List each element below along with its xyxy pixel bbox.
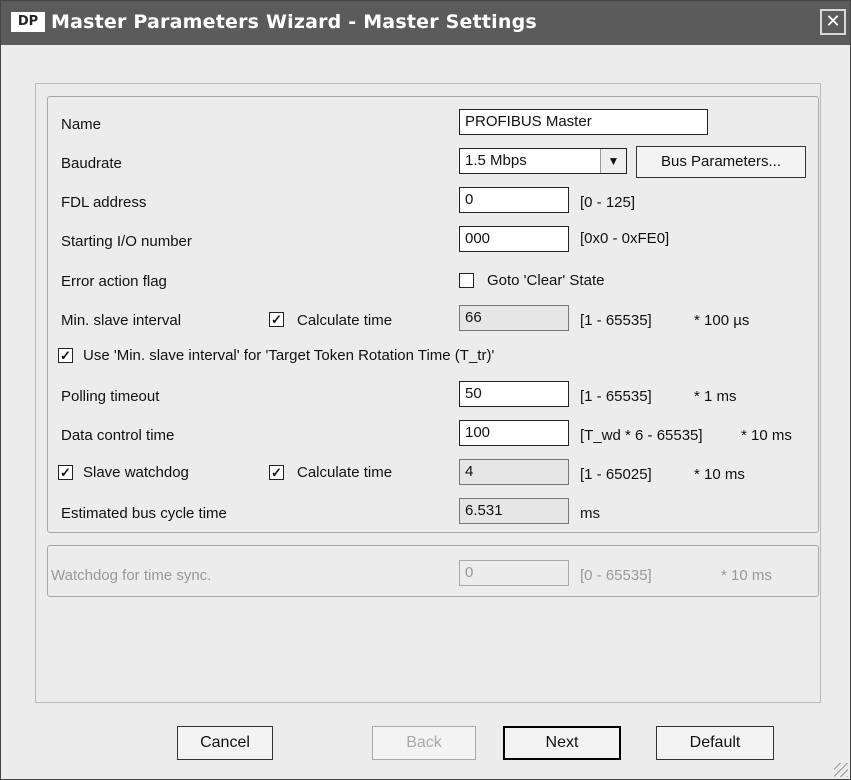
fdl-address-label: FDL address [61, 194, 147, 211]
baudrate-value: 1.5 Mbps [465, 152, 527, 169]
data-control-range: [T_wd * 6 - 65535] [580, 427, 703, 444]
window-title: Master Parameters Wizard - Master Settin… [51, 11, 537, 33]
name-label: Name [61, 116, 102, 133]
next-button[interactable]: Next [503, 726, 621, 760]
time-sync-input[interactable]: 0 [459, 560, 569, 586]
goto-clear-label: Goto 'Clear' State [487, 272, 605, 289]
resize-grip-icon[interactable] [834, 763, 848, 777]
cancel-button[interactable]: Cancel [177, 726, 273, 760]
data-control-label: Data control time [61, 427, 175, 444]
polling-timeout-unit: * 1 ms [694, 388, 737, 405]
data-control-input[interactable]: 100 [459, 420, 569, 446]
default-button[interactable]: Default [656, 726, 774, 760]
time-sync-label: Watchdog for time sync. [51, 567, 212, 584]
time-sync-unit: * 10 ms [721, 567, 772, 584]
polling-timeout-input[interactable]: 50 [459, 381, 569, 407]
use-min-slave-checkbox[interactable]: ✓ [58, 348, 73, 363]
close-icon[interactable]: ✕ [820, 9, 846, 35]
min-slave-interval-input[interactable]: 66 [459, 305, 569, 331]
time-sync-range: [0 - 65535] [580, 567, 652, 584]
bus-parameters-button[interactable]: Bus Parameters... [636, 146, 806, 178]
slave-watchdog-input[interactable]: 4 [459, 459, 569, 485]
watchdog-calc-checkbox[interactable]: ✓ [269, 465, 284, 480]
chevron-down-icon[interactable]: ▼ [600, 149, 626, 173]
error-action-label: Error action flag [61, 273, 167, 290]
min-slave-calc-checkbox[interactable]: ✓ [269, 312, 284, 327]
min-slave-calc-label: Calculate time [297, 312, 393, 329]
dp-app-icon: DP [11, 12, 45, 32]
master-settings-dialog: DP Master Parameters Wizard - Master Set… [0, 0, 851, 780]
baudrate-select[interactable]: 1.5 Mbps ▼ [459, 148, 627, 174]
use-min-slave-label: Use 'Min. slave interval' for 'Target To… [83, 347, 495, 364]
title-bar: DP Master Parameters Wizard - Master Set… [1, 1, 850, 45]
bus-cycle-unit: ms [580, 505, 600, 522]
name-input[interactable]: PROFIBUS Master [459, 109, 708, 135]
goto-clear-checkbox[interactable] [459, 273, 474, 288]
slave-watchdog-range: [1 - 65025] [580, 466, 652, 483]
watchdog-calc-label: Calculate time [297, 464, 393, 481]
min-slave-interval-label: Min. slave interval [61, 312, 182, 329]
min-slave-interval-unit: * 100 µs [694, 312, 750, 329]
bus-cycle-label: Estimated bus cycle time [61, 505, 227, 522]
polling-timeout-range: [1 - 65535] [580, 388, 652, 405]
fdl-address-range: [0 - 125] [580, 194, 636, 211]
back-button[interactable]: Back [372, 726, 476, 760]
slave-watchdog-label: Slave watchdog [83, 464, 189, 481]
slave-watchdog-unit: * 10 ms [694, 466, 745, 483]
bus-cycle-value: 6.531 [459, 498, 569, 524]
data-control-unit: * 10 ms [741, 427, 792, 444]
slave-watchdog-checkbox[interactable]: ✓ [58, 465, 73, 480]
starting-io-input[interactable]: 000 [459, 226, 569, 252]
polling-timeout-label: Polling timeout [61, 388, 160, 405]
baudrate-label: Baudrate [61, 155, 122, 172]
min-slave-interval-range: [1 - 65535] [580, 312, 652, 329]
starting-io-label: Starting I/O number [61, 233, 192, 250]
fdl-address-input[interactable]: 0 [459, 187, 569, 213]
starting-io-range: [0x0 - 0xFE0] [580, 230, 670, 247]
